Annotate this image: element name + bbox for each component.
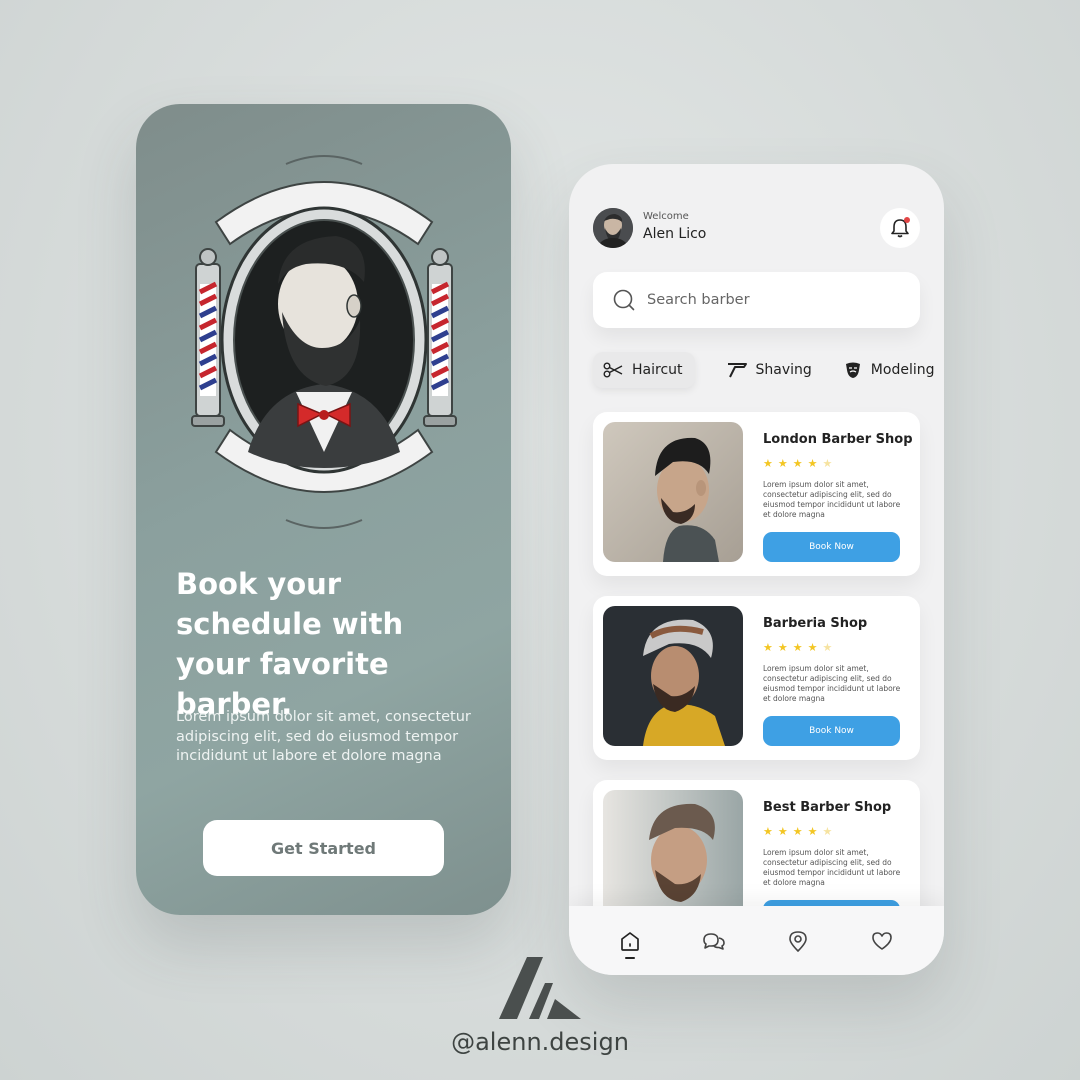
star-icon: ★ bbox=[792, 825, 803, 838]
home-icon bbox=[621, 932, 639, 951]
book-now-button[interactable]: Book Now bbox=[763, 532, 900, 562]
razor-icon bbox=[727, 363, 747, 378]
bottom-nav bbox=[569, 906, 944, 975]
star-icon: ★ bbox=[763, 641, 773, 654]
star-icon: ★ bbox=[807, 457, 818, 470]
barber-pole-left bbox=[191, 248, 225, 427]
shop-photo bbox=[603, 422, 743, 562]
unread-dot bbox=[904, 217, 910, 223]
user-name: Alen Lico bbox=[643, 226, 707, 242]
nav-location[interactable] bbox=[785, 928, 811, 954]
welcome-label: Welcome bbox=[643, 211, 689, 222]
nav-home[interactable] bbox=[617, 928, 643, 954]
search-input[interactable]: Search barber bbox=[647, 292, 750, 308]
tab-modeling-label: Modeling bbox=[870, 362, 935, 378]
rating-stars: ★ ★ ★ ★ ★ bbox=[763, 458, 837, 470]
location-pin-icon bbox=[789, 931, 807, 952]
onboarding-screen: Book your schedule with your favorite ba… bbox=[136, 104, 511, 915]
heart-icon bbox=[872, 932, 892, 950]
shop-description: Lorem ipsum dolor sit amet, consectetur … bbox=[763, 848, 901, 887]
star-icon: ★ bbox=[777, 825, 788, 838]
notification-button[interactable] bbox=[880, 208, 920, 248]
get-started-button[interactable]: Get Started bbox=[203, 820, 444, 876]
rating-stars: ★ ★ ★ ★ ★ bbox=[763, 642, 837, 654]
shop-photo bbox=[603, 606, 743, 746]
shop-name: London Barber Shop bbox=[763, 432, 913, 447]
user-photo bbox=[593, 208, 633, 248]
book-now-button[interactable]: Book Now bbox=[763, 716, 900, 746]
onboarding-description: Lorem ipsum dolor sit amet, consectetur … bbox=[176, 709, 471, 764]
shop-name: Best Barber Shop bbox=[763, 800, 892, 815]
onboarding-headline: Book your schedule with your favorite ba… bbox=[176, 567, 404, 721]
tab-modeling[interactable]: Modeling bbox=[844, 352, 935, 388]
shop-name: Barberia Shop bbox=[763, 616, 868, 631]
star-icon: ★ bbox=[792, 457, 803, 470]
designer-handle: @alenn.design bbox=[451, 1028, 629, 1056]
brand-logo bbox=[499, 957, 581, 1019]
scissors-icon bbox=[603, 362, 623, 378]
star-icon: ★ bbox=[822, 825, 833, 838]
star-icon: ★ bbox=[763, 457, 773, 470]
nav-favorites[interactable] bbox=[869, 928, 895, 954]
avatar[interactable] bbox=[593, 208, 633, 248]
shop-card[interactable]: London Barber Shop ★ ★ ★ ★ ★ Lorem ipsum… bbox=[593, 412, 920, 576]
tab-shaving[interactable]: Shaving bbox=[727, 352, 812, 388]
tab-haircut[interactable]: Haircut bbox=[593, 352, 695, 388]
search-icon bbox=[613, 289, 635, 311]
shop-description: Lorem ipsum dolor sit amet, consectetur … bbox=[763, 480, 901, 519]
star-icon: ★ bbox=[763, 825, 773, 838]
star-icon: ★ bbox=[792, 641, 803, 654]
tab-shaving-label: Shaving bbox=[755, 362, 812, 378]
star-icon: ★ bbox=[777, 457, 788, 470]
star-icon: ★ bbox=[822, 641, 833, 654]
shop-card[interactable]: Barberia Shop ★ ★ ★ ★ ★ Lorem ipsum dolo… bbox=[593, 596, 920, 760]
shop-description: Lorem ipsum dolor sit amet, consectetur … bbox=[763, 664, 901, 703]
active-nav-indicator bbox=[625, 957, 635, 959]
rating-stars: ★ ★ ★ ★ ★ bbox=[763, 826, 837, 838]
search-bar[interactable]: Search barber bbox=[593, 272, 920, 328]
star-icon: ★ bbox=[807, 825, 818, 838]
chat-icon bbox=[703, 933, 725, 950]
tab-haircut-label: Haircut bbox=[632, 362, 683, 378]
nav-chat[interactable] bbox=[701, 928, 727, 954]
star-icon: ★ bbox=[822, 457, 833, 470]
barber-pole-right bbox=[423, 248, 457, 427]
beard-icon bbox=[845, 362, 860, 378]
star-icon: ★ bbox=[807, 641, 818, 654]
home-screen: Welcome Alen Lico Search barber Haircut bbox=[569, 164, 944, 975]
barber-emblem-illustration bbox=[191, 155, 457, 529]
star-icon: ★ bbox=[777, 641, 788, 654]
category-tabs: Haircut Shaving Modeling bbox=[593, 352, 944, 388]
